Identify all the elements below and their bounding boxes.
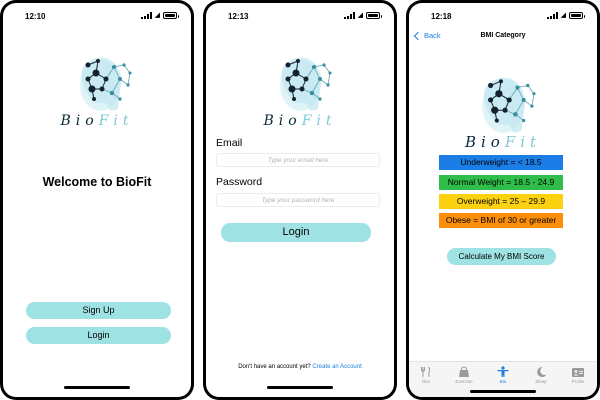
brand-first: Bio — [60, 113, 99, 129]
tab-label: Sleep — [535, 379, 547, 384]
status-time: 12:13 — [228, 12, 249, 21]
password-label: Password — [216, 176, 263, 188]
battery-icon — [163, 12, 179, 19]
wifi-icon: ◢ — [154, 12, 160, 19]
status-icons: ◢ — [546, 12, 585, 19]
brand-first: Bio — [464, 133, 505, 151]
sign-up-button[interactable]: Sign Up — [26, 302, 171, 319]
navigation-bar: Back BMI Category — [409, 25, 597, 47]
bmi-category-normal: Normal Weight = 18.5 - 24.9 — [439, 175, 563, 190]
status-bar: 12:13 ◢ — [206, 3, 394, 25]
signal-icon — [546, 12, 558, 19]
wifi-icon: ◢ — [357, 12, 363, 19]
tab-sleep[interactable]: Sleep — [526, 366, 556, 384]
status-icons: ◢ — [343, 12, 382, 19]
battery-icon — [366, 12, 382, 19]
brand-first: Bio — [263, 113, 302, 129]
bmi-category-overweight: Overweight = 25 – 29.9 — [439, 194, 563, 209]
brand-wordmark: BioFit — [3, 113, 191, 129]
status-time: 12:10 — [25, 12, 46, 21]
brand-wordmark: BioFit — [409, 133, 597, 151]
brand-second: Fit — [301, 113, 337, 129]
tab-label: Profile — [571, 379, 585, 384]
tab-label: Diet — [421, 379, 430, 384]
bmi-category-underweight: Underweight = < 18.5 — [439, 155, 563, 170]
calculate-bmi-button[interactable]: Calculate My BMI Score — [447, 248, 556, 265]
tab-exercise[interactable]: Exercise — [449, 366, 479, 384]
login-screen-phone: 12:13 ◢ BioFit Email Password Login Don'… — [203, 0, 397, 400]
id-card-icon — [572, 368, 584, 377]
email-field[interactable] — [216, 153, 380, 167]
email-label: Email — [216, 137, 243, 149]
home-indicator[interactable] — [64, 386, 130, 389]
welcome-screen: 12:10 ◢ BioFit Welcome to BioFit Sign Up… — [3, 3, 191, 397]
signal-icon — [343, 12, 355, 19]
fork-knife-icon — [421, 366, 431, 377]
kettlebell-icon — [459, 366, 469, 377]
status-icons: ◢ — [140, 12, 179, 19]
create-account-row: Don't have an account yet? Create an Acc… — [206, 364, 394, 370]
status-bar: 12:18 ◢ — [409, 3, 597, 25]
bmi-screen: 12:18 ◢ Back BMI Category BioFit Underwe… — [409, 3, 597, 397]
bmi-category-obese: Obese = BMI of 30 or greater — [439, 213, 563, 228]
page-title: BMI Category — [480, 32, 526, 39]
home-indicator[interactable] — [470, 390, 536, 393]
brand-second: Fit — [98, 113, 134, 129]
login-submit-button[interactable]: Login — [221, 223, 371, 242]
tab-label: Exercise — [455, 379, 473, 384]
create-account-link[interactable]: Create an Account — [312, 364, 361, 370]
status-time: 12:18 — [431, 12, 452, 21]
body-icon — [497, 366, 509, 377]
signal-icon — [140, 12, 152, 19]
tab-profile[interactable]: Profile — [563, 366, 593, 384]
tab-diet[interactable]: Diet — [411, 366, 441, 384]
wifi-icon: ◢ — [560, 12, 566, 19]
biofit-logo-icon — [279, 56, 332, 112]
welcome-heading: Welcome to BioFit — [42, 175, 152, 189]
tab-label: Bio — [499, 379, 507, 384]
account-prompt: Don't have an account yet? — [238, 364, 311, 370]
password-field[interactable] — [216, 193, 380, 207]
login-button[interactable]: Login — [26, 327, 171, 344]
moon-icon — [537, 366, 547, 377]
bmi-screen-phone: 12:18 ◢ Back BMI Category BioFit Underwe… — [406, 0, 600, 400]
battery-icon — [569, 12, 585, 19]
brand-wordmark: BioFit — [206, 113, 394, 129]
home-indicator[interactable] — [267, 386, 333, 389]
biofit-logo-icon — [79, 56, 132, 112]
tab-bio[interactable]: Bio — [488, 366, 518, 384]
brand-second: Fit — [504, 133, 542, 151]
login-screen: 12:13 ◢ BioFit Email Password Login Don'… — [206, 3, 394, 397]
biofit-logo-icon — [481, 77, 537, 134]
status-bar: 12:10 ◢ — [3, 3, 191, 25]
welcome-screen-phone: 12:10 ◢ BioFit Welcome to BioFit Sign Up… — [0, 0, 194, 400]
